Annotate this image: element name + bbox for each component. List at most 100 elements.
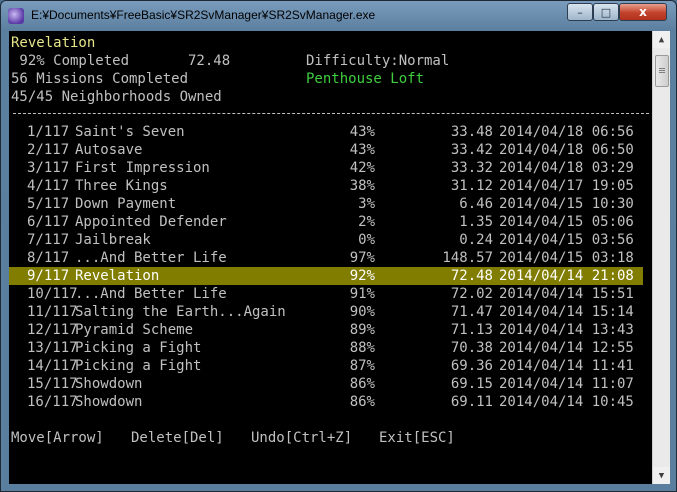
save-list-row[interactable]: 1/117 Saint's Seven 43% 33.48 2014/04/18 06:…: [9, 123, 643, 141]
save-list-row[interactable]: 5/117 Down Payment 3% 6.46 2014/04/15 10:30: [9, 195, 643, 213]
close-button[interactable]: x: [619, 3, 667, 21]
save-mission-name: Jailbreak: [75, 232, 151, 248]
save-timestamp: 2014/04/18 06:50: [499, 142, 634, 158]
save-timestamp: 2014/04/14 10:45: [499, 394, 634, 410]
save-completion-percent: 92%: [349, 268, 375, 284]
save-mission-name: ...And Better Life: [75, 250, 227, 266]
save-slot-number: 3/117: [27, 160, 70, 176]
save-completion-percent: 2%: [358, 214, 375, 230]
footer-delete-hint: Delete[Del]: [131, 430, 224, 446]
title-bar[interactable]: E:¥Documents¥FreeBasic¥SR2SvManager¥SR2S…: [1, 1, 676, 31]
save-timestamp: 2014/04/17 19:05: [499, 178, 634, 194]
save-slot-number: 4/117: [27, 178, 70, 194]
save-play-time: 31.12: [450, 178, 493, 194]
save-completion-percent: 3%: [358, 196, 375, 212]
maximize-button[interactable]: □: [593, 3, 619, 21]
save-list-row[interactable]: 6/117 Appointed Defender 2% 1.35 2014/04/15 …: [9, 213, 643, 231]
save-mission-name: Three Kings: [75, 178, 168, 194]
app-icon: [8, 8, 24, 24]
save-list-row[interactable]: 13/117 Picking a Fight 88% 70.38 2014/04/14 …: [9, 339, 643, 357]
save-play-time: 33.48: [450, 124, 493, 140]
difficulty-label: Difficulty:Normal: [306, 53, 450, 69]
save-completion-percent: 91%: [349, 286, 375, 302]
save-list-row[interactable]: 7/117 Jailbreak 0% 0.24 2014/04/15 03:56: [9, 231, 643, 249]
save-slot-number: 15/117: [27, 376, 78, 392]
save-slot-number: 6/117: [27, 214, 70, 230]
save-play-time: 6.46: [459, 196, 493, 212]
console-window: E:¥Documents¥FreeBasic¥SR2SvManager¥SR2S…: [0, 0, 677, 492]
footer-exit-hint: Exit[ESC]: [379, 430, 455, 446]
save-timestamp: 2014/04/15 05:06: [499, 214, 634, 230]
save-list-row[interactable]: 2/117 Autosave 43% 33.42 2014/04/18 06:50: [9, 141, 643, 159]
save-play-time: 72.48: [450, 268, 493, 284]
save-timestamp: 2014/04/15 10:30: [499, 196, 634, 212]
save-play-time: 148.57: [442, 250, 493, 266]
save-list-row[interactable]: 3/117 First Impression 42% 33.32 2014/04/18 …: [9, 159, 643, 177]
separator-line: [13, 113, 649, 114]
save-mission-name: ...And Better Life: [75, 286, 227, 302]
save-list-row[interactable]: 16/117 Showdown 86% 69.11 2014/04/14 10:45: [9, 393, 643, 411]
save-completion-percent: 86%: [349, 376, 375, 392]
save-list-row[interactable]: 11/117 Salting the Earth...Again 90% 71.47 2…: [9, 303, 643, 321]
save-timestamp: 2014/04/14 13:43: [499, 322, 634, 338]
save-list-row[interactable]: 4/117 Three Kings 38% 31.12 2014/04/17 19:05: [9, 177, 643, 195]
save-list-row[interactable]: 10/117 ...And Better Life 91% 72.02 2014/04/…: [9, 285, 643, 303]
save-list-row[interactable]: 8/117 ...And Better Life 97% 148.57 2014/04/…: [9, 249, 643, 267]
save-timestamp: 2014/04/14 12:55: [499, 340, 634, 356]
scroll-up-button[interactable]: ▲: [653, 31, 670, 48]
save-slot-number: 9/117: [27, 268, 70, 284]
save-slot-number: 2/117: [27, 142, 70, 158]
save-play-time: 72.02: [450, 286, 493, 302]
save-completion-percent: 38%: [349, 178, 375, 194]
save-timestamp: 2014/04/18 03:29: [499, 160, 634, 176]
save-mission-name: First Impression: [75, 160, 210, 176]
save-mission-name: Pyramid Scheme: [75, 322, 194, 338]
scroll-thumb[interactable]: [655, 55, 669, 87]
save-play-time: 0.24: [459, 232, 493, 248]
scroll-down-button[interactable]: ▼: [653, 467, 670, 484]
save-mission-name: Picking a Fight: [75, 340, 202, 356]
save-timestamp: 2014/04/14 11:07: [499, 376, 634, 392]
minimize-button[interactable]: –: [567, 3, 593, 21]
save-completion-percent: 0%: [358, 232, 375, 248]
window-title: E:¥Documents¥FreeBasic¥SR2SvManager¥SR2S…: [31, 8, 376, 22]
save-list-row[interactable]: 12/117 Pyramid Scheme 89% 71.13 2014/04/14 1…: [9, 321, 643, 339]
save-list-row[interactable]: 14/117 Picking a Fight 87% 69.36 2014/04/14 …: [9, 357, 643, 375]
save-timestamp: 2014/04/14 11:41: [499, 358, 634, 374]
save-mission-name: Saint's Seven: [75, 124, 185, 140]
save-slot-number: 5/117: [27, 196, 70, 212]
save-slot-number: 14/117: [27, 358, 78, 374]
save-list-row[interactable]: 15/117 Showdown 86% 69.15 2014/04/14 11:07: [9, 375, 643, 393]
save-play-time: 69.36: [450, 358, 493, 374]
save-slot-number: 7/117: [27, 232, 70, 248]
save-completion-percent: 89%: [349, 322, 375, 338]
location-label: Penthouse Loft: [306, 71, 425, 87]
save-mission-name: Appointed Defender: [75, 214, 227, 230]
console-area[interactable]: Revelation 92% Completed 72.48 Difficult…: [9, 31, 652, 484]
save-slot-number: 8/117: [27, 250, 70, 266]
save-timestamp: 2014/04/18 06:56: [499, 124, 634, 140]
save-play-time: 71.13: [450, 322, 493, 338]
footer-move-hint: Move[Arrow]: [11, 430, 104, 446]
save-completion-percent: 90%: [349, 304, 375, 320]
save-slot-number: 16/117: [27, 394, 78, 410]
save-slot-number: 10/117: [27, 286, 78, 302]
footer-undo-hint: Undo[Ctrl+Z]: [251, 430, 353, 446]
vertical-scrollbar[interactable]: ▲ ▼: [652, 31, 670, 484]
save-slot-number: 13/117: [27, 340, 78, 356]
save-mission-name: Revelation: [75, 268, 160, 284]
save-completion-percent: 42%: [349, 160, 375, 176]
save-timestamp: 2014/04/14 15:51: [499, 286, 634, 302]
save-completion-percent: 87%: [349, 358, 375, 374]
save-play-time: 1.35: [459, 214, 493, 230]
save-play-time: 70.38: [450, 340, 493, 356]
save-list-row[interactable]: 9/117 Revelation 92% 72.48 2014/04/14 21:08: [9, 267, 643, 285]
save-mission-name: Down Payment: [75, 196, 177, 212]
save-completion-percent: 88%: [349, 340, 375, 356]
save-play-time: 33.42: [450, 142, 493, 158]
save-mission-name: Picking a Fight: [75, 358, 202, 374]
save-mission-name: Showdown: [75, 394, 143, 410]
save-play-time: 71.47: [450, 304, 493, 320]
save-play-time: 69.15: [450, 376, 493, 392]
save-timestamp: 2014/04/15 03:56: [499, 232, 634, 248]
